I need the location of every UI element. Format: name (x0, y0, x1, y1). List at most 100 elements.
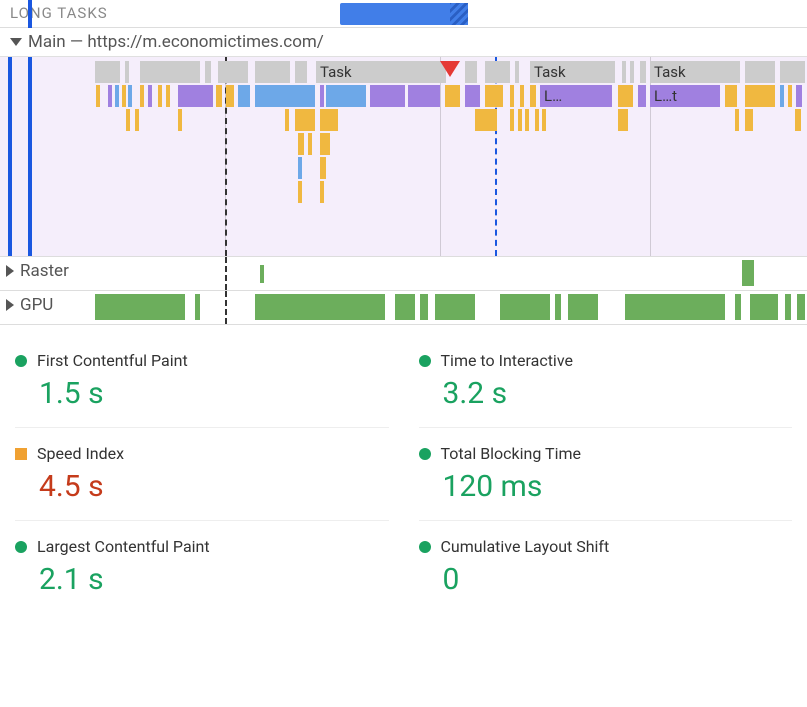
script-segment[interactable] (126, 109, 130, 131)
gpu-bar[interactable] (568, 294, 598, 320)
task-segment[interactable] (218, 61, 248, 83)
task-segment[interactable]: Task (530, 61, 615, 83)
script-segment[interactable] (320, 133, 330, 155)
parse-segment[interactable] (238, 85, 250, 107)
script-segment[interactable] (320, 157, 326, 179)
script-segment[interactable] (725, 85, 737, 107)
script-segment[interactable] (320, 181, 324, 203)
gpu-bar[interactable] (797, 294, 805, 320)
script-segment[interactable] (530, 85, 536, 107)
parse-segment[interactable] (298, 157, 302, 179)
task-segment[interactable] (640, 61, 646, 83)
raster-header[interactable]: Raster (6, 261, 73, 281)
layout-segment[interactable] (148, 85, 152, 107)
script-segment[interactable] (510, 85, 514, 107)
main-header[interactable]: Main — https://m.economictimes.com/ (0, 28, 807, 57)
script-segment[interactable] (542, 109, 546, 131)
metric-lcp[interactable]: Largest Contentful Paint 2.1 s (15, 520, 389, 613)
gpu-bar[interactable] (500, 294, 550, 320)
script-segment[interactable] (518, 109, 522, 131)
script-segment[interactable] (618, 109, 628, 131)
layout-segment[interactable] (370, 85, 405, 107)
script-segment[interactable] (475, 109, 497, 131)
layout-segment[interactable] (108, 85, 112, 107)
raster-bar[interactable] (260, 265, 264, 283)
script-segment[interactable] (485, 85, 503, 107)
gpu-bar[interactable] (420, 294, 428, 320)
script-segment[interactable] (795, 109, 801, 131)
task-segment[interactable]: Task (316, 61, 446, 83)
task-segment[interactable] (125, 61, 129, 83)
task-segment[interactable] (140, 61, 200, 83)
gpu-bar[interactable] (735, 294, 741, 320)
task-segment[interactable] (515, 61, 519, 83)
script-segment[interactable] (96, 85, 100, 107)
script-segment[interactable] (166, 85, 170, 107)
script-segment[interactable] (618, 85, 633, 107)
metric-cls[interactable]: Cumulative Layout Shift 0 (419, 520, 793, 613)
script-segment[interactable] (735, 109, 739, 131)
task-segment[interactable] (485, 61, 510, 83)
script-segment[interactable] (298, 181, 302, 203)
gpu-bar[interactable] (785, 294, 791, 320)
script-segment[interactable] (298, 133, 304, 155)
gpu-bar[interactable] (195, 294, 200, 320)
task-segment[interactable] (95, 61, 120, 83)
script-segment[interactable] (135, 109, 139, 131)
expand-icon[interactable] (6, 265, 14, 277)
metric-si[interactable]: Speed Index 4.5 s (15, 427, 389, 520)
task-segment[interactable] (622, 61, 626, 83)
metric-fcp[interactable]: First Contentful Paint 1.5 s (15, 335, 389, 427)
script-segment[interactable] (178, 109, 182, 131)
gpu-bar[interactable] (750, 294, 778, 320)
script-segment[interactable] (226, 85, 234, 107)
parse-segment[interactable] (780, 85, 784, 107)
parse-segment[interactable] (326, 85, 366, 107)
task-segment[interactable] (630, 61, 634, 83)
script-segment[interactable] (122, 85, 126, 107)
script-segment[interactable] (216, 85, 222, 107)
task-segment[interactable] (465, 61, 477, 83)
gpu-bar[interactable] (435, 294, 475, 320)
gpu-bar[interactable] (255, 294, 385, 320)
task-segment[interactable] (205, 61, 211, 83)
script-segment[interactable] (525, 109, 529, 131)
task-segment[interactable]: Task (650, 61, 740, 83)
metric-tbt[interactable]: Total Blocking Time 120 ms (419, 427, 793, 520)
task-segment[interactable] (255, 61, 290, 83)
script-segment[interactable] (295, 109, 315, 131)
script-segment[interactable] (320, 109, 338, 131)
script-segment[interactable] (745, 85, 775, 107)
script-segment[interactable] (308, 133, 312, 155)
layout-segment[interactable] (178, 85, 213, 107)
script-segment[interactable] (520, 85, 524, 107)
expand-icon[interactable] (6, 299, 14, 311)
layout-segment[interactable] (638, 85, 646, 107)
gpu-track[interactable]: GPU (0, 291, 807, 325)
gpu-bar[interactable] (395, 294, 415, 320)
layout-segment[interactable]: L…t (650, 85, 720, 107)
parse-segment[interactable] (128, 85, 132, 107)
task-segment[interactable] (780, 61, 805, 83)
script-segment[interactable] (510, 109, 514, 131)
script-segment[interactable] (535, 109, 539, 131)
script-segment[interactable] (788, 85, 792, 107)
gpu-bar[interactable] (625, 294, 725, 320)
layout-segment[interactable] (796, 85, 802, 107)
script-segment[interactable] (140, 85, 144, 107)
main-flame-chart[interactable]: Task Task Task (0, 57, 807, 257)
script-segment[interactable] (158, 85, 162, 107)
long-tasks-row[interactable]: LONG TASKS (0, 0, 807, 28)
raster-track[interactable]: Raster (0, 257, 807, 291)
script-segment[interactable] (445, 85, 460, 107)
layout-segment[interactable] (320, 85, 324, 107)
layout-segment[interactable] (465, 85, 480, 107)
layout-segment[interactable]: L… (540, 85, 612, 107)
gpu-header[interactable]: GPU (6, 295, 57, 315)
raster-bar[interactable] (742, 260, 754, 286)
collapse-icon[interactable] (10, 38, 22, 46)
parse-segment[interactable] (115, 85, 119, 107)
gpu-bar[interactable] (555, 294, 561, 320)
long-task-bar[interactable] (340, 3, 468, 25)
metric-tti[interactable]: Time to Interactive 3.2 s (419, 335, 793, 427)
